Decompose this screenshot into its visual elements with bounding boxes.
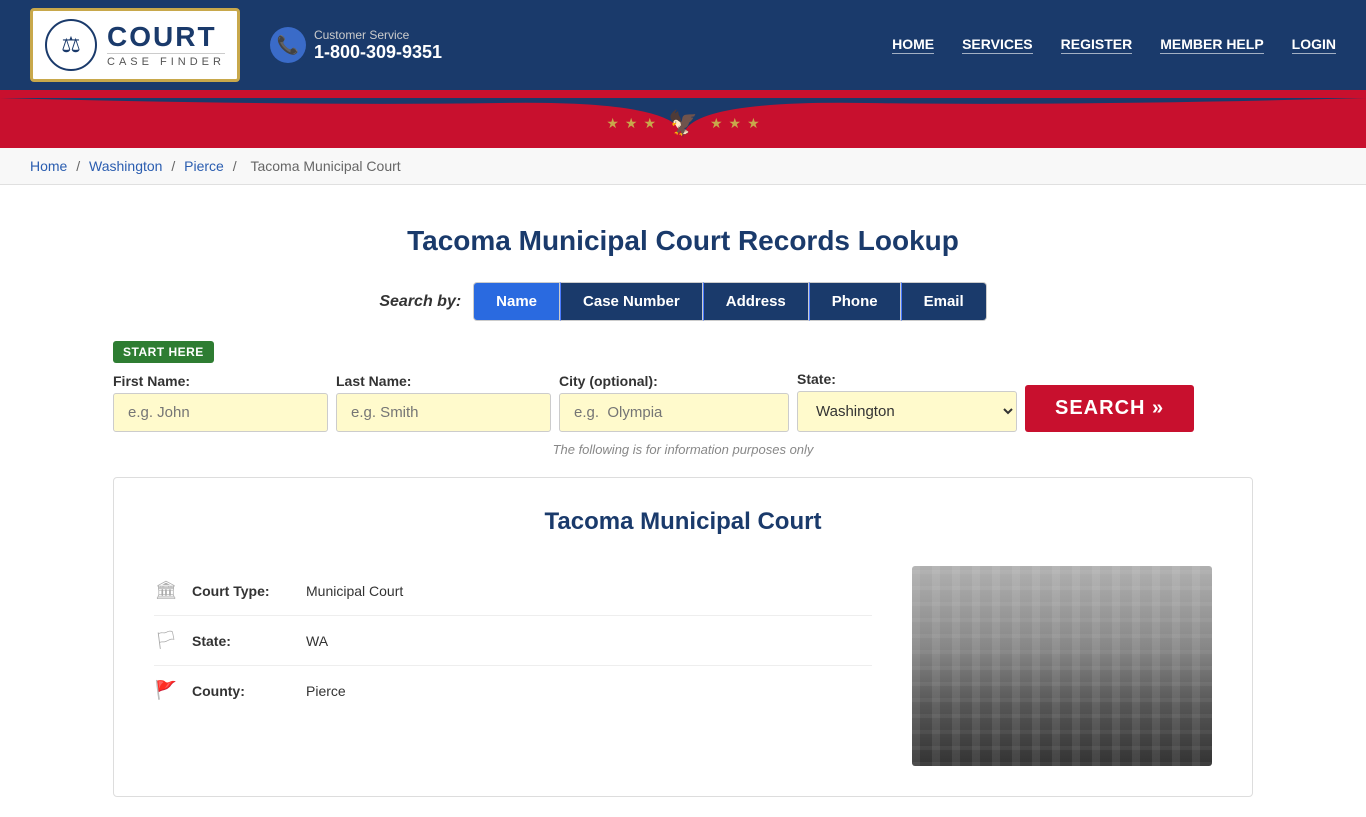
search-form-area: START HERE First Name: Last Name: City (… bbox=[113, 341, 1253, 457]
star-1: ★ bbox=[606, 115, 619, 132]
star-6: ★ bbox=[747, 115, 760, 132]
header-red-bar bbox=[0, 90, 1366, 98]
breadcrumb: Home / Washington / Pierce / Tacoma Muni… bbox=[0, 148, 1366, 185]
tab-name[interactable]: Name bbox=[473, 282, 560, 321]
stars-right: ★ ★ ★ bbox=[710, 115, 760, 132]
court-type-value: Municipal Court bbox=[306, 583, 403, 599]
logo-box: ⚖ COURT CASE FINDER bbox=[30, 8, 240, 82]
court-type-row: 🏛 Court Type: Municipal Court bbox=[154, 566, 872, 616]
state-label: State: bbox=[797, 371, 1017, 387]
logo-text-block: COURT CASE FINDER bbox=[107, 23, 225, 68]
city-group: City (optional): bbox=[559, 373, 789, 432]
court-type-icon: 🏛 bbox=[154, 580, 178, 601]
court-county-label: County: bbox=[192, 683, 292, 699]
search-by-row: Search by: Name Case Number Address Phon… bbox=[113, 282, 1253, 321]
search-by-label: Search by: bbox=[379, 293, 461, 311]
first-name-input[interactable] bbox=[113, 393, 328, 432]
star-2: ★ bbox=[625, 115, 638, 132]
customer-service-label: Customer Service bbox=[314, 28, 442, 42]
eagle-icon: 🦅 bbox=[668, 109, 698, 138]
breadcrumb-pierce[interactable]: Pierce bbox=[184, 158, 224, 174]
court-building-photo bbox=[912, 566, 1212, 766]
breadcrumb-sep-3: / bbox=[233, 158, 241, 174]
breadcrumb-washington[interactable]: Washington bbox=[89, 158, 162, 174]
court-state-icon: 🏳 bbox=[154, 630, 178, 651]
first-name-label: First Name: bbox=[113, 373, 328, 389]
tab-case-number[interactable]: Case Number bbox=[560, 282, 703, 321]
main-nav: HOME SERVICES REGISTER MEMBER HELP LOGIN bbox=[892, 36, 1336, 54]
customer-service-phone: 1-800-309-9351 bbox=[314, 42, 442, 63]
court-state-row: 🏳 State: WA bbox=[154, 616, 872, 666]
first-name-group: First Name: bbox=[113, 373, 328, 432]
state-select[interactable]: Washington Alabama Alaska Arizona Califo… bbox=[797, 391, 1017, 432]
nav-services[interactable]: SERVICES bbox=[962, 36, 1033, 54]
logo-area: ⚖ COURT CASE FINDER 📞 Customer Service 1… bbox=[30, 8, 442, 82]
court-county-row: 🚩 County: Pierce bbox=[154, 666, 872, 715]
logo-emblem: ⚖ bbox=[45, 19, 97, 71]
search-form: First Name: Last Name: City (optional): … bbox=[113, 371, 1253, 432]
start-here-badge: START HERE bbox=[113, 341, 214, 363]
breadcrumb-sep-1: / bbox=[76, 158, 84, 174]
star-5: ★ bbox=[729, 115, 742, 132]
court-county-value: Pierce bbox=[306, 683, 346, 699]
city-label: City (optional): bbox=[559, 373, 789, 389]
phone-info: Customer Service 1-800-309-9351 bbox=[314, 28, 442, 63]
header: ⚖ COURT CASE FINDER 📞 Customer Service 1… bbox=[0, 0, 1366, 148]
tab-address[interactable]: Address bbox=[703, 282, 809, 321]
breadcrumb-home[interactable]: Home bbox=[30, 158, 67, 174]
header-wave: ★ ★ ★ 🦅 ★ ★ ★ bbox=[0, 98, 1366, 148]
customer-service: 📞 Customer Service 1-800-309-9351 bbox=[270, 27, 442, 63]
eagle-area: ★ ★ ★ 🦅 ★ ★ ★ bbox=[606, 109, 759, 138]
last-name-label: Last Name: bbox=[336, 373, 551, 389]
nav-register[interactable]: REGISTER bbox=[1061, 36, 1133, 54]
court-info-layout: 🏛 Court Type: Municipal Court 🏳 State: W… bbox=[154, 566, 1212, 766]
court-state-value: WA bbox=[306, 633, 328, 649]
breadcrumb-current: Tacoma Municipal Court bbox=[250, 158, 400, 174]
last-name-input[interactable] bbox=[336, 393, 551, 432]
court-details: 🏛 Court Type: Municipal Court 🏳 State: W… bbox=[154, 566, 872, 766]
main-content: Tacoma Municipal Court Records Lookup Se… bbox=[83, 185, 1283, 817]
page-title: Tacoma Municipal Court Records Lookup bbox=[113, 225, 1253, 257]
phone-icon: 📞 bbox=[270, 27, 306, 63]
city-input[interactable] bbox=[559, 393, 789, 432]
court-card-title: Tacoma Municipal Court bbox=[154, 508, 1212, 536]
star-4: ★ bbox=[710, 115, 723, 132]
last-name-group: Last Name: bbox=[336, 373, 551, 432]
star-3: ★ bbox=[643, 115, 656, 132]
court-type-label: Court Type: bbox=[192, 583, 292, 599]
nav-member-help[interactable]: MEMBER HELP bbox=[1160, 36, 1263, 54]
state-group: State: Washington Alabama Alaska Arizona… bbox=[797, 371, 1017, 432]
tab-email[interactable]: Email bbox=[901, 282, 987, 321]
logo-court-text: COURT bbox=[107, 23, 225, 51]
logo-case-finder-text: CASE FINDER bbox=[107, 53, 225, 68]
tab-phone[interactable]: Phone bbox=[809, 282, 901, 321]
breadcrumb-sep-2: / bbox=[171, 158, 179, 174]
search-button[interactable]: SEARCH » bbox=[1025, 385, 1194, 432]
court-card: Tacoma Municipal Court 🏛 Court Type: Mun… bbox=[113, 477, 1253, 797]
info-note: The following is for information purpose… bbox=[113, 442, 1253, 457]
court-state-label: State: bbox=[192, 633, 292, 649]
nav-home[interactable]: HOME bbox=[892, 36, 934, 54]
court-image bbox=[912, 566, 1212, 766]
court-county-icon: 🚩 bbox=[154, 680, 178, 701]
nav-login[interactable]: LOGIN bbox=[1292, 36, 1336, 54]
stars-left: ★ ★ ★ bbox=[606, 115, 656, 132]
